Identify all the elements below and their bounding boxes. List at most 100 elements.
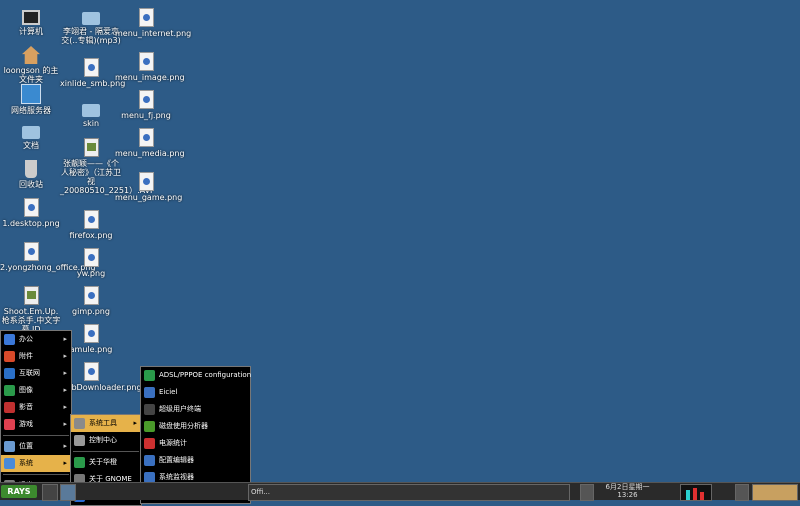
system-tools-menu-item-icon: [144, 421, 155, 432]
system-tools-menu-item[interactable]: Eiciel: [141, 384, 250, 401]
system-menu-item-label: 控制中心: [89, 436, 117, 444]
start-menu-item-icon: [4, 441, 15, 452]
file-glyph-icon: [138, 8, 154, 27]
system-tools-menu-item-label: 配置编辑器: [159, 456, 194, 464]
system-tools-menu-item[interactable]: 超级用户终端: [141, 401, 250, 418]
system-menu-item[interactable]: 系统工具 ▸: [71, 415, 141, 432]
start-menu-item[interactable]: 办公 ▸: [1, 331, 71, 348]
system-menu-item[interactable]: 关于华橙: [71, 454, 141, 471]
system-tools-menu-item[interactable]: ADSL/PPPOE configuration: [141, 367, 251, 384]
start-menu-item-icon: [4, 458, 15, 469]
folder-icon[interactable]: 李翊君 - 隔爱恋交(..专辑)(mp3): [60, 8, 122, 45]
file-glyph-icon: [83, 248, 99, 267]
system-tools-menu-item[interactable]: 磁盘使用分析器: [141, 418, 250, 435]
desktop-icon-label: 1.desktop.png: [2, 219, 60, 228]
start-menu-item-icon: [4, 351, 15, 362]
documents-folder-icon[interactable]: 文档: [0, 122, 62, 150]
start-menu-item[interactable]: 游戏 ▸: [1, 416, 71, 433]
network-servers-icon[interactable]: 网络服务器: [0, 84, 62, 115]
clock[interactable]: 6月2日星期一 13:26: [600, 483, 655, 499]
chevron-right-icon: ▸: [63, 352, 67, 360]
system-menu-item-label: 系统工具: [89, 419, 117, 427]
file-glyph-icon: [23, 286, 39, 305]
bottom-panel: RAYS Offi... 6月2日星期一 13:26: [0, 482, 800, 501]
file-icon[interactable]: menu_internet.png: [115, 8, 191, 38]
network-tray-icon[interactable]: [580, 484, 594, 501]
file-glyph-icon: [83, 362, 99, 381]
menu-separator: [73, 451, 139, 452]
trash-glyph-icon: [25, 160, 37, 178]
desktop-icon-label: loongson 的主文件夹: [3, 66, 59, 84]
start-menu-item[interactable]: 位置 ▸: [1, 438, 71, 455]
network-servers-glyph-icon: [21, 84, 41, 104]
file-icon[interactable]: menu_media.png: [115, 128, 185, 158]
system-menu-item[interactable]: 控制中心: [71, 432, 141, 449]
trash-icon[interactable]: 回收站: [0, 160, 62, 189]
start-menu-item[interactable]: 互联网 ▸: [1, 365, 71, 382]
start-menu-item-label: 互联网: [19, 369, 40, 377]
start-menu-item[interactable]: 影音 ▸: [1, 399, 71, 416]
file-manager-launcher[interactable]: [60, 484, 76, 501]
file-glyph-icon: [138, 172, 154, 191]
system-tools-menu-item-label: 超级用户终端: [159, 405, 201, 413]
system-tools-menu-item[interactable]: 电源统计: [141, 435, 250, 452]
cpu-monitor[interactable]: [680, 484, 712, 501]
system-tools-menu-item-icon: [144, 387, 155, 398]
file-glyph-icon: [23, 198, 39, 217]
start-menu-item[interactable]: 图像 ▸: [1, 382, 71, 399]
chevron-right-icon: ▸: [63, 459, 67, 467]
start-menu-item-label: 游戏: [19, 420, 33, 428]
chevron-right-icon: ▸: [63, 420, 67, 428]
start-menu-button[interactable]: RAYS: [1, 485, 37, 498]
home-folder-icon[interactable]: loongson 的主文件夹: [0, 46, 62, 84]
start-menu-item-icon: [4, 385, 15, 396]
file-glyph-icon: [83, 324, 99, 343]
start-menu-item-icon: [4, 334, 15, 345]
start-menu-item[interactable]: 附件 ▸: [1, 348, 71, 365]
desktop-icon-label: gimp.png: [72, 307, 110, 316]
system-menu-item-icon: [74, 457, 85, 468]
show-desktop-button[interactable]: [752, 484, 798, 501]
taskbar-item[interactable]: Offi...: [248, 484, 570, 501]
file-icon[interactable]: 2.yongzhong_office.png: [0, 242, 95, 272]
file-icon[interactable]: Shoot.Em.Up.枪系杀手.中文字幕.ID: [0, 286, 62, 334]
desktop-icon-label: skin: [82, 119, 100, 128]
file-icon[interactable]: firefox.png: [60, 210, 122, 240]
system-tools-menu-item[interactable]: 配置编辑器: [141, 452, 250, 469]
menu-separator: [3, 435, 69, 436]
folder-glyph-icon: [82, 12, 100, 25]
start-menu-item-label: 办公: [19, 335, 33, 343]
start-menu-item-label: 位置: [19, 442, 33, 450]
computer-glyph-icon: [22, 10, 40, 25]
desktop-icon-label: 回收站: [19, 180, 43, 189]
clock-date: 6月2日星期一: [605, 483, 650, 491]
start-menu-item[interactable]: 系统 ▸: [1, 455, 71, 472]
desktop-icon-label: 张靓颖——《个人秘密》（江苏卫视_20080510_2251）.AVI: [60, 159, 153, 195]
file-icon[interactable]: gimp.png: [60, 286, 122, 316]
chevron-right-icon: ▸: [63, 369, 67, 377]
desktop-icon-label: yw.png: [76, 269, 106, 278]
system-tools-menu-item-icon: [144, 404, 155, 415]
file-icon[interactable]: menu_image.png: [115, 52, 185, 82]
terminal-launcher[interactable]: [42, 484, 58, 501]
skin-folder-icon[interactable]: skin: [60, 100, 122, 128]
file-glyph-icon: [83, 58, 99, 77]
computer-icon[interactable]: 计算机: [0, 8, 62, 36]
file-icon[interactable]: 1.desktop.png: [0, 198, 62, 228]
video-file-icon[interactable]: 张靓颖——《个人秘密》（江苏卫视_20080510_2251）.AVI: [60, 138, 153, 195]
file-glyph-icon: [23, 242, 39, 261]
file-icon[interactable]: menu_fj.png: [115, 90, 177, 120]
start-menu-item-label: 附件: [19, 352, 33, 360]
desktop-icon-label: menu_fj.png: [121, 111, 171, 120]
clock-time: 13:26: [617, 491, 638, 499]
file-icon[interactable]: yw.png: [60, 248, 122, 278]
file-icon[interactable]: menu_game.png: [115, 172, 182, 202]
start-menu-item-icon: [4, 368, 15, 379]
desktop-icon-label: 文档: [23, 141, 39, 150]
desktop-icon-label: 李翊君 - 隔爱恋交(..专辑)(mp3): [61, 27, 121, 45]
volume-tray-icon[interactable]: [735, 484, 749, 501]
file-icon[interactable]: xinlide_smb.png: [60, 58, 125, 88]
system-tools-menu-item-label: 系统监视器: [159, 473, 194, 481]
desktop-icon-label: 计算机: [19, 27, 43, 36]
system-menu-item-icon: [74, 418, 85, 429]
